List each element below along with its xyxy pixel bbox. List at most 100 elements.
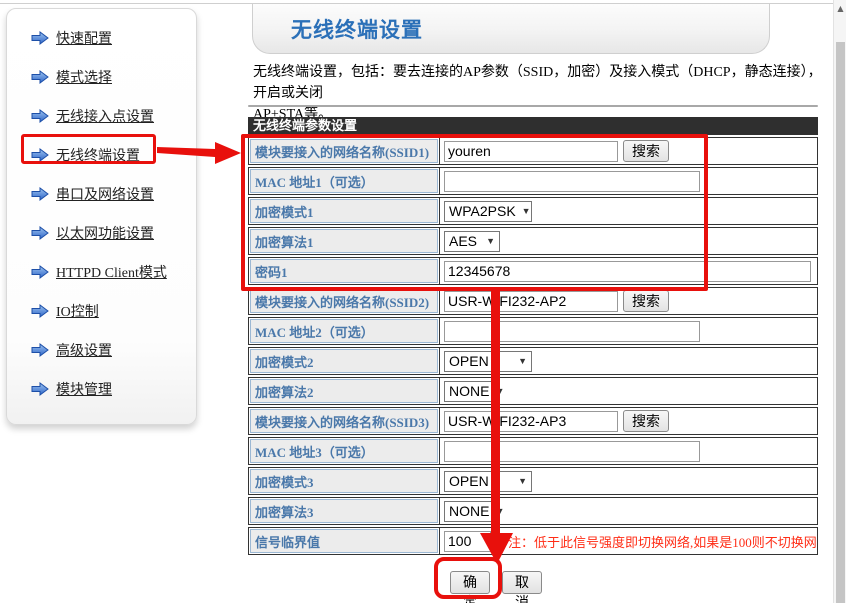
sidebar: 快速配置 模式选择 无线接入点设置 无线终端设置 串口及网络设置 以太网功能设置… (6, 8, 197, 425)
scrollbar[interactable]: ▲ (833, 0, 846, 603)
page-description: 无线终端设置，包括：要去连接的AP参数（SSID，加密）及接入模式（DHCP，静… (253, 62, 823, 125)
scrollbar-thumb[interactable] (836, 42, 845, 603)
table-row: 模块要接入的网络名称(SSID3) 搜索 (248, 407, 818, 435)
table-row: MAC 地址1（可选） (248, 167, 818, 195)
table-row: 加密模式2 OPEN ▼ (248, 347, 818, 375)
ssid3-input[interactable] (444, 411, 618, 432)
row-label: 模块要接入的网络名称(SSID3) (250, 409, 438, 433)
sidebar-item-sta-settings[interactable]: 无线终端设置 (7, 135, 196, 174)
select-value: AES (449, 233, 477, 249)
sidebar-item-mode-select[interactable]: 模式选择 (7, 57, 196, 96)
cancel-button[interactable]: 取消 (502, 571, 542, 594)
scrollbar-up-icon[interactable]: ▲ (836, 4, 845, 13)
sidebar-item-httpd-client[interactable]: HTTPD Client模式 (7, 252, 196, 291)
ssid1-search-button[interactable]: 搜索 (623, 140, 669, 162)
signal-threshold-note: 注：低于此信号强度即切换网络,如果是100则不切换网络 (508, 532, 817, 551)
encryption-algorithm3-select[interactable]: NONE ▼ (444, 501, 500, 522)
sidebar-link[interactable]: 串口及网络设置 (56, 184, 154, 204)
table-row: 加密算法3 NONE ▼ (248, 497, 818, 525)
blue-arrow-icon (31, 109, 49, 123)
blue-arrow-icon (31, 148, 49, 162)
sidebar-item-ethernet-settings[interactable]: 以太网功能设置 (7, 213, 196, 252)
sidebar-link[interactable]: 模式选择 (56, 67, 112, 87)
sidebar-link[interactable]: IO控制 (56, 301, 99, 321)
select-value: NONE (449, 503, 489, 519)
ssid2-input[interactable] (444, 291, 618, 312)
sidebar-link[interactable]: 模块管理 (56, 379, 112, 399)
table-row: 信号临界值 注：低于此信号强度即切换网络,如果是100则不切换网络 (248, 527, 818, 555)
blue-arrow-icon (31, 226, 49, 240)
table-row: 模块要接入的网络名称(SSID1) 搜索 (248, 137, 818, 165)
sidebar-link[interactable]: HTTPD Client模式 (56, 262, 167, 282)
encryption-mode2-select[interactable]: OPEN ▼ (444, 351, 532, 372)
encryption-mode3-select[interactable]: OPEN ▼ (444, 471, 532, 492)
select-value: NONE (449, 383, 489, 399)
table-header: 无线终端参数设置 (248, 117, 818, 135)
row-label: 加密模式1 (250, 199, 438, 223)
table-row: MAC 地址3（可选） (248, 437, 818, 465)
encryption-algorithm2-select[interactable]: NONE ▼ (444, 381, 500, 402)
table-row: 密码1 (248, 257, 818, 285)
dropdown-caret-icon: ▼ (522, 206, 531, 216)
mac3-input[interactable] (444, 441, 700, 462)
blue-arrow-icon (31, 343, 49, 357)
table-row: 加密模式3 OPEN ▼ (248, 467, 818, 495)
row-label: 信号临界值 (250, 529, 438, 553)
table-row: 加密算法1 AES ▼ (248, 227, 818, 255)
mac1-input[interactable] (444, 171, 700, 192)
row-label: 加密算法3 (250, 499, 438, 523)
blue-arrow-icon (31, 304, 49, 318)
table-row: 模块要接入的网络名称(SSID2) 搜索 (248, 287, 818, 315)
ok-button[interactable]: 确定 (450, 571, 490, 594)
description-line1: 无线终端设置，包括：要去连接的AP参数（SSID，加密）及接入模式（DHCP，静… (253, 65, 822, 101)
select-value: OPEN (449, 473, 489, 489)
ssid2-search-button[interactable]: 搜索 (623, 290, 669, 312)
ssid3-search-button[interactable]: 搜索 (623, 410, 669, 432)
sidebar-item-io-control[interactable]: IO控制 (7, 291, 196, 330)
sidebar-link[interactable]: 无线接入点设置 (56, 106, 154, 126)
sidebar-item-quick-config[interactable]: 快速配置 (7, 18, 196, 57)
ssid1-input[interactable] (444, 141, 618, 162)
page-title: 无线终端设置 (253, 4, 769, 44)
blue-arrow-icon (31, 382, 49, 396)
password1-input[interactable] (444, 261, 811, 282)
section-divider (248, 105, 818, 107)
table-row: 加密模式1 WPA2PSK ▼ (248, 197, 818, 225)
table-row: MAC 地址2（可选） (248, 317, 818, 345)
blue-arrow-icon (31, 187, 49, 201)
sidebar-link[interactable]: 高级设置 (56, 340, 112, 360)
blue-arrow-icon (31, 70, 49, 84)
page-header-panel: 无线终端设置 (252, 4, 770, 54)
row-label: 密码1 (250, 259, 438, 283)
sta-parameter-table: 无线终端参数设置 模块要接入的网络名称(SSID1) 搜索 MAC 地址1（可选… (248, 117, 818, 555)
row-label: 加密算法2 (250, 379, 438, 403)
dropdown-caret-icon: ▼ (518, 476, 527, 486)
sidebar-link[interactable]: 快速配置 (56, 28, 112, 48)
dropdown-caret-icon: ▼ (518, 356, 527, 366)
row-label: 模块要接入的网络名称(SSID1) (250, 139, 438, 163)
dropdown-caret-icon: ▼ (495, 386, 504, 396)
dropdown-caret-icon: ▼ (486, 236, 495, 246)
row-label: 模块要接入的网络名称(SSID2) (250, 289, 438, 313)
sidebar-item-advanced[interactable]: 高级设置 (7, 330, 196, 369)
row-label: 加密模式3 (250, 469, 438, 493)
encryption-mode1-select[interactable]: WPA2PSK ▼ (444, 201, 532, 222)
signal-threshold-input[interactable] (444, 531, 491, 552)
sidebar-link[interactable]: 无线终端设置 (56, 145, 140, 165)
sidebar-item-ap-settings[interactable]: 无线接入点设置 (7, 96, 196, 135)
sidebar-item-module-management[interactable]: 模块管理 (7, 369, 196, 408)
row-label: 加密模式2 (250, 349, 438, 373)
select-value: OPEN (449, 353, 489, 369)
blue-arrow-icon (31, 265, 49, 279)
dropdown-caret-icon: ▼ (495, 506, 504, 516)
row-label: 加密算法1 (250, 229, 438, 253)
sidebar-link[interactable]: 以太网功能设置 (56, 223, 154, 243)
row-label: MAC 地址3（可选） (250, 439, 438, 463)
sidebar-item-uart-settings[interactable]: 串口及网络设置 (7, 174, 196, 213)
encryption-algorithm1-select[interactable]: AES ▼ (444, 231, 500, 252)
row-label: MAC 地址2（可选） (250, 319, 438, 343)
mac2-input[interactable] (444, 321, 700, 342)
table-row: 加密算法2 NONE ▼ (248, 377, 818, 405)
select-value: WPA2PSK (449, 203, 516, 219)
row-label: MAC 地址1（可选） (250, 169, 438, 193)
